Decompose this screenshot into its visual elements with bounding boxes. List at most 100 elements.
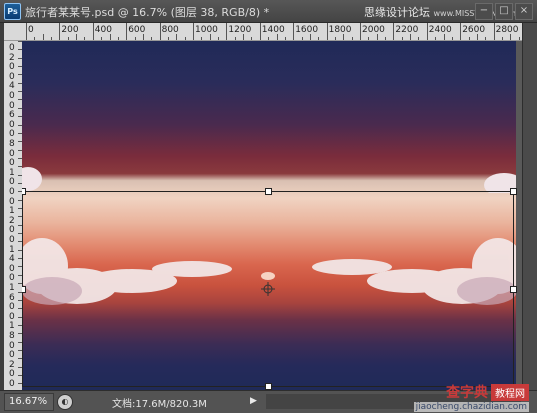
- transform-handle-top[interactable]: [265, 188, 272, 195]
- vertical-scrollbar[interactable]: [522, 23, 537, 390]
- transform-handle-right[interactable]: [510, 286, 517, 293]
- zoom-level-field[interactable]: 16.67%: [4, 393, 54, 411]
- status-info-icon[interactable]: ◐: [57, 394, 73, 410]
- transform-handle-top-left[interactable]: [22, 188, 26, 195]
- horizontal-ruler[interactable]: 0 200 400 600 800 1000 1200 1400 1600 1800 2000 220…: [22, 23, 522, 41]
- ruler-origin-corner[interactable]: [4, 23, 23, 41]
- ruler-h-label: 2600: [462, 25, 486, 35]
- ruler-h-tick: [426, 23, 428, 40]
- ruler-h-minor-tick: [117, 37, 119, 40]
- ruler-h-label: 2200: [395, 25, 419, 35]
- watermark-badge: 教程网: [491, 384, 529, 401]
- status-menu-arrow-icon[interactable]: ▶: [247, 394, 260, 408]
- watermark-site-name: 查字典: [446, 385, 488, 401]
- ruler-h-minor-tick: [510, 34, 512, 40]
- ruler-h-minor-tick: [351, 37, 353, 40]
- ruler-h-minor-tick: [67, 37, 69, 40]
- ruler-h-label: 1800: [328, 25, 352, 35]
- ruler-v-label: 0: [9, 187, 15, 197]
- ruler-v-label: 0: [9, 158, 15, 169]
- transform-reference-point-icon[interactable]: [261, 282, 275, 296]
- ruler-h-tick: [126, 23, 128, 40]
- ruler-h-minor-tick: [84, 37, 86, 40]
- ruler-h-minor-tick: [485, 37, 487, 40]
- photoshop-document-window: Ps 旅行者某某号.psd @ 16.7% (图层 38, RGB/8) * 思…: [0, 0, 537, 413]
- ruler-h-tick: [59, 23, 61, 40]
- ruler-h-label: 1000: [195, 25, 218, 35]
- ruler-v-label: 4: [9, 254, 15, 265]
- ruler-h-tick: [293, 23, 295, 40]
- watermark-url-bottom: jiaocheng.chazidian.com: [413, 402, 529, 412]
- ruler-h-minor-tick: [443, 34, 445, 40]
- ruler-h-minor-tick: [176, 34, 178, 40]
- ruler-h-tick: [360, 23, 361, 40]
- watermark-name: 思缘设计论坛: [364, 6, 430, 19]
- ruler-v-label: 0: [9, 235, 15, 245]
- transform-handle-bottom[interactable]: [265, 383, 272, 390]
- ruler-h-minor-tick: [376, 34, 378, 40]
- ruler-h-minor-tick: [167, 37, 169, 40]
- ruler-h-minor-tick: [334, 37, 336, 40]
- ruler-h-label: 1200: [228, 25, 252, 35]
- ruler-h-minor-tick: [76, 34, 78, 40]
- ruler-v-label: 0: [9, 91, 15, 101]
- ruler-h-minor-tick: [151, 37, 153, 40]
- ruler-h-minor-tick: [134, 37, 136, 40]
- ruler-h-minor-tick: [501, 37, 503, 40]
- ruler-h-minor-tick: [401, 37, 403, 40]
- ruler-h-label: 1600: [295, 25, 319, 35]
- ruler-h-minor-tick: [42, 34, 44, 40]
- ruler-v-label: 6: [9, 110, 15, 121]
- ruler-h-tick: [493, 23, 495, 40]
- ruler-h-minor-tick: [368, 37, 370, 40]
- ruler-h-minor-tick: [418, 37, 420, 40]
- ruler-h-label: 1400: [261, 25, 285, 35]
- ruler-v-label: 1: [9, 283, 15, 293]
- ruler-h-minor-tick: [476, 34, 478, 40]
- ruler-h-tick: [460, 23, 462, 40]
- ruler-v-label: 1: [9, 206, 15, 217]
- ruler-h-minor-tick: [109, 34, 111, 40]
- document-title: 旅行者某某号.psd @ 16.7% (图层 38, RGB/8) *: [25, 6, 270, 19]
- ruler-v-label: 0: [9, 62, 15, 73]
- document-size-info: 文档:17.6M/820.3M: [112, 399, 207, 410]
- ruler-h-minor-tick: [301, 37, 303, 40]
- ruler-h-tick: [393, 23, 395, 40]
- document-canvas[interactable]: [22, 41, 522, 390]
- site-watermark-bottom: 查字典 教程网 jiaocheng.chazidian.com: [413, 382, 529, 412]
- ruler-h-minor-tick: [410, 34, 412, 40]
- minimize-button[interactable]: −: [475, 3, 493, 20]
- ruler-h-tick: [193, 23, 194, 40]
- ruler-h-tick: [226, 23, 228, 40]
- maximize-button[interactable]: □: [495, 3, 513, 20]
- ruler-h-tick: [326, 23, 328, 40]
- photoshop-app-icon: Ps: [4, 3, 21, 20]
- ruler-h-label: 2800: [495, 25, 519, 35]
- cloud-left-edge: [22, 167, 42, 191]
- ruler-h-minor-tick: [201, 37, 203, 40]
- close-button[interactable]: ×: [515, 3, 533, 20]
- ruler-v-label: 0: [9, 350, 15, 361]
- ruler-h-minor-tick: [184, 37, 186, 40]
- ruler-h-minor-tick: [234, 37, 236, 40]
- ruler-h-minor-tick: [435, 37, 437, 40]
- ruler-h-minor-tick: [243, 34, 245, 40]
- ruler-h-minor-tick: [385, 37, 387, 40]
- ruler-h-label: 2000: [362, 25, 385, 35]
- transform-handle-left[interactable]: [22, 286, 26, 293]
- ruler-h-tick: [259, 23, 261, 40]
- ruler-v-label: 8: [9, 331, 15, 341]
- transform-handle-top-right[interactable]: [510, 188, 517, 195]
- ruler-h-minor-tick: [309, 34, 311, 40]
- ruler-h-minor-tick: [51, 37, 53, 40]
- ruler-h-minor-tick: [276, 34, 278, 40]
- ruler-h-minor-tick: [284, 37, 286, 40]
- ruler-h-label: 0: [28, 25, 34, 35]
- title-bar[interactable]: Ps 旅行者某某号.psd @ 16.7% (图层 38, RGB/8) * 思…: [0, 0, 537, 23]
- ruler-h-minor-tick: [34, 37, 36, 40]
- window-controls: − □ ×: [475, 3, 533, 20]
- vertical-ruler[interactable]: 020040060080010001200140016001800200: [4, 41, 23, 391]
- ruler-h-minor-tick: [218, 37, 220, 40]
- ruler-h-minor-tick: [343, 34, 345, 40]
- ruler-h-tick: [159, 23, 161, 40]
